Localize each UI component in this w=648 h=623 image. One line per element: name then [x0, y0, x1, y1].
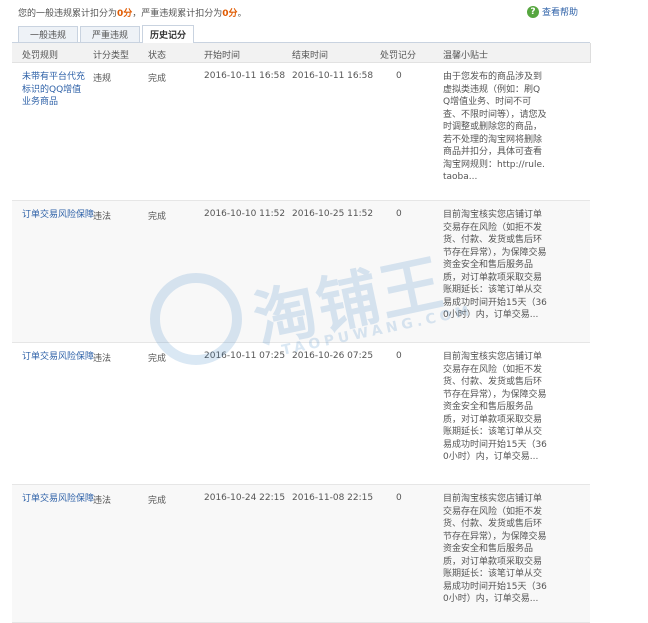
score-type: 违规	[93, 74, 112, 84]
summary-suffix: 。	[237, 9, 247, 19]
tab-serious-violation[interactable]: 严重违规	[80, 26, 140, 42]
table-row: 订单交易风险保障 违法 完成 2016-10-11 07:25 2016-10-…	[12, 343, 590, 485]
col-rule: 处罚规则	[22, 51, 59, 61]
start-time: 2016-10-11 07:25	[204, 351, 286, 361]
col-end: 结束时间	[292, 51, 329, 61]
rule-link[interactable]: 未带有平台代充标识的QQ增值业务商品	[22, 71, 90, 109]
col-type: 计分类型	[93, 51, 130, 61]
col-score: 处罚记分	[380, 51, 417, 61]
penalty-score: 0	[396, 209, 402, 219]
general-score: 0分	[117, 9, 133, 19]
penalty-score: 0	[396, 493, 402, 503]
penalty-score: 0	[396, 71, 402, 81]
violation-summary: 您的一般违规累计扣分为0分，严重违规累计扣分为0分。	[18, 6, 247, 19]
table-row: 订单交易风险保障 违法 完成 2016-10-10 11:52 2016-10-…	[12, 201, 590, 343]
end-time: 2016-11-08 22:15	[292, 493, 374, 503]
table-row: 未带有平台代充标识的QQ增值业务商品 违规 完成 2016-10-11 16:5…	[12, 63, 590, 201]
end-time: 2016-10-11 16:58	[292, 71, 374, 81]
status: 完成	[148, 74, 167, 84]
table-row: 订单交易风险保障 违法 完成 2016-10-24 22:15 2016-11-…	[12, 485, 590, 623]
status: 完成	[148, 354, 167, 364]
start-time: 2016-10-10 11:52	[204, 209, 286, 219]
tip-text: 目前淘宝核实您店铺订单交易存在风险（如拒不发货、付款、发货或售后环节存在异常），…	[443, 210, 547, 320]
summary-middle: ，严重违规累计扣分为	[132, 9, 223, 19]
col-tip: 温馨小贴士	[443, 51, 489, 61]
end-time: 2016-10-25 11:52	[292, 209, 374, 219]
tip-text: 由于您发布的商品涉及到虚拟类违规（例如：刷QQ增值业务、时间不可查、不限时间等）…	[443, 72, 547, 182]
status: 完成	[148, 212, 167, 222]
score-type: 违法	[93, 212, 112, 222]
summary-prefix: 您的一般违规累计扣分为	[18, 9, 118, 19]
tip-text: 目前淘宝核实您店铺订单交易存在风险（如拒不发货、付款、发货或售后环节存在异常），…	[443, 494, 547, 604]
penalty-score: 0	[396, 351, 402, 361]
tab-general-violation[interactable]: 一般违规	[18, 26, 78, 42]
tab-bar: 一般违规 严重违规 历史记分	[12, 25, 590, 43]
score-type: 违法	[93, 496, 112, 506]
question-icon: ?	[526, 5, 539, 18]
status: 完成	[148, 496, 167, 506]
start-time: 2016-10-11 16:58	[204, 71, 286, 81]
end-time: 2016-10-26 07:25	[292, 351, 374, 361]
tab-history-score[interactable]: 历史记分	[142, 25, 194, 43]
tip-text: 目前淘宝核实您店铺订单交易存在风险（如拒不发货、付款、发货或售后环节存在异常），…	[443, 352, 547, 462]
col-start: 开始时间	[204, 51, 241, 61]
help-label: 查看帮助	[541, 8, 578, 18]
start-time: 2016-10-24 22:15	[204, 493, 286, 503]
serious-score: 0分	[222, 9, 238, 19]
help-link[interactable]: ? 查看帮助	[526, 5, 578, 18]
col-status: 状态	[148, 51, 167, 61]
table-header: 处罚规则 计分类型 状态 开始时间 结束时间 处罚记分 温馨小贴士	[12, 43, 590, 63]
score-type: 违法	[93, 354, 112, 364]
history-table: 处罚规则 计分类型 状态 开始时间 结束时间 处罚记分 温馨小贴士 未带有平台代…	[12, 43, 591, 623]
